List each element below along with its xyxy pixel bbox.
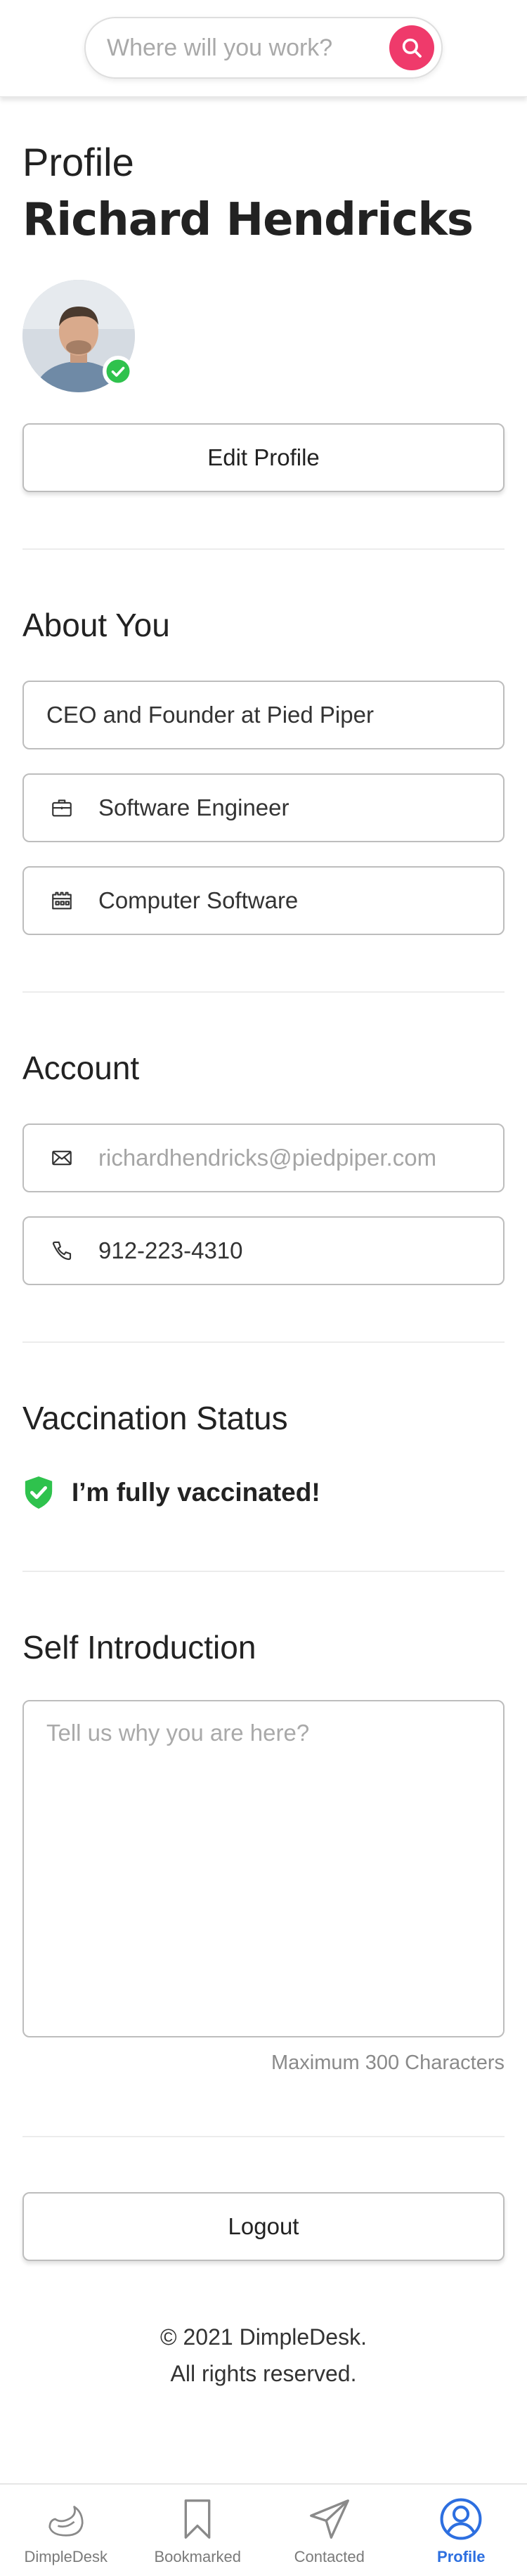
phone-field[interactable]: 912-223-4310: [22, 1216, 505, 1285]
phone-value: 912-223-4310: [98, 1237, 243, 1263]
vaccination-status-text: I’m fully vaccinated!: [72, 1478, 320, 1507]
nav-item-contacted[interactable]: Contacted: [264, 2485, 396, 2576]
copyright-text: © 2021 DimpleDesk.: [160, 2324, 367, 2350]
divider: [22, 991, 505, 993]
bookmark-icon: [173, 2494, 222, 2544]
vaccination-status: I’m fully vaccinated!: [22, 1475, 320, 1510]
account-section-title: Account: [22, 1050, 140, 1086]
nav-label-dimpledesk: DimpleDesk: [24, 2548, 108, 2565]
mail-icon: [48, 1144, 76, 1172]
divider: [22, 548, 505, 550]
vaccination-section-title: Vaccination Status: [22, 1400, 288, 1436]
page-label: Profile: [22, 140, 134, 184]
divider: [22, 1571, 505, 1572]
job-title-field[interactable]: Software Engineer: [22, 773, 505, 842]
search-bar[interactable]: [84, 17, 443, 79]
industry-field[interactable]: Computer Software: [22, 866, 505, 935]
self-introduction-input[interactable]: [22, 1700, 505, 2037]
nav-label-profile: Profile: [437, 2548, 486, 2565]
max-characters-note: Maximum 300 Characters: [271, 2052, 505, 2074]
factory-icon: [48, 887, 76, 915]
briefcase-icon: [48, 794, 76, 822]
paper-plane-icon: [305, 2494, 354, 2544]
profile-name: Richard Hendricks: [22, 194, 474, 246]
headline-value: CEO and Founder at Pied Piper: [46, 702, 374, 728]
nav-item-profile[interactable]: Profile: [396, 2485, 527, 2576]
job-title-value: Software Engineer: [98, 794, 289, 820]
divider: [22, 2136, 505, 2137]
email-field[interactable]: richardhendricks@piedpiper.com: [22, 1123, 505, 1192]
email-value: richardhendricks@piedpiper.com: [98, 1145, 437, 1171]
dimpledesk-logo-icon: [41, 2494, 91, 2544]
search-button[interactable]: [389, 25, 434, 70]
user-circle-icon: [436, 2494, 486, 2544]
nav-label-bookmarked: Bookmarked: [154, 2548, 241, 2565]
nav-item-dimpledesk[interactable]: DimpleDesk: [0, 2485, 132, 2576]
nav-label-contacted: Contacted: [294, 2548, 365, 2565]
search-icon: [402, 38, 422, 58]
headline-field[interactable]: CEO and Founder at Pied Piper: [22, 681, 505, 749]
rights-text: All rights reserved.: [170, 2361, 357, 2386]
industry-value: Computer Software: [98, 887, 299, 913]
intro-section-title: Self Introduction: [22, 1629, 256, 1666]
about-section-title: About You: [22, 607, 170, 643]
divider: [22, 1341, 505, 1343]
verified-badge: [103, 356, 134, 387]
logout-button[interactable]: Logout: [22, 2192, 505, 2261]
bottom-navigation: DimpleDesk Bookmarked Contacted Profile: [0, 2483, 527, 2576]
search-input[interactable]: [107, 18, 374, 77]
top-header: [0, 0, 527, 97]
phone-icon: [48, 1237, 76, 1265]
shield-check-icon: [25, 1476, 53, 1509]
check-circle-icon: [106, 359, 130, 383]
nav-item-bookmarked[interactable]: Bookmarked: [132, 2485, 264, 2576]
edit-profile-button[interactable]: Edit Profile: [22, 423, 505, 492]
